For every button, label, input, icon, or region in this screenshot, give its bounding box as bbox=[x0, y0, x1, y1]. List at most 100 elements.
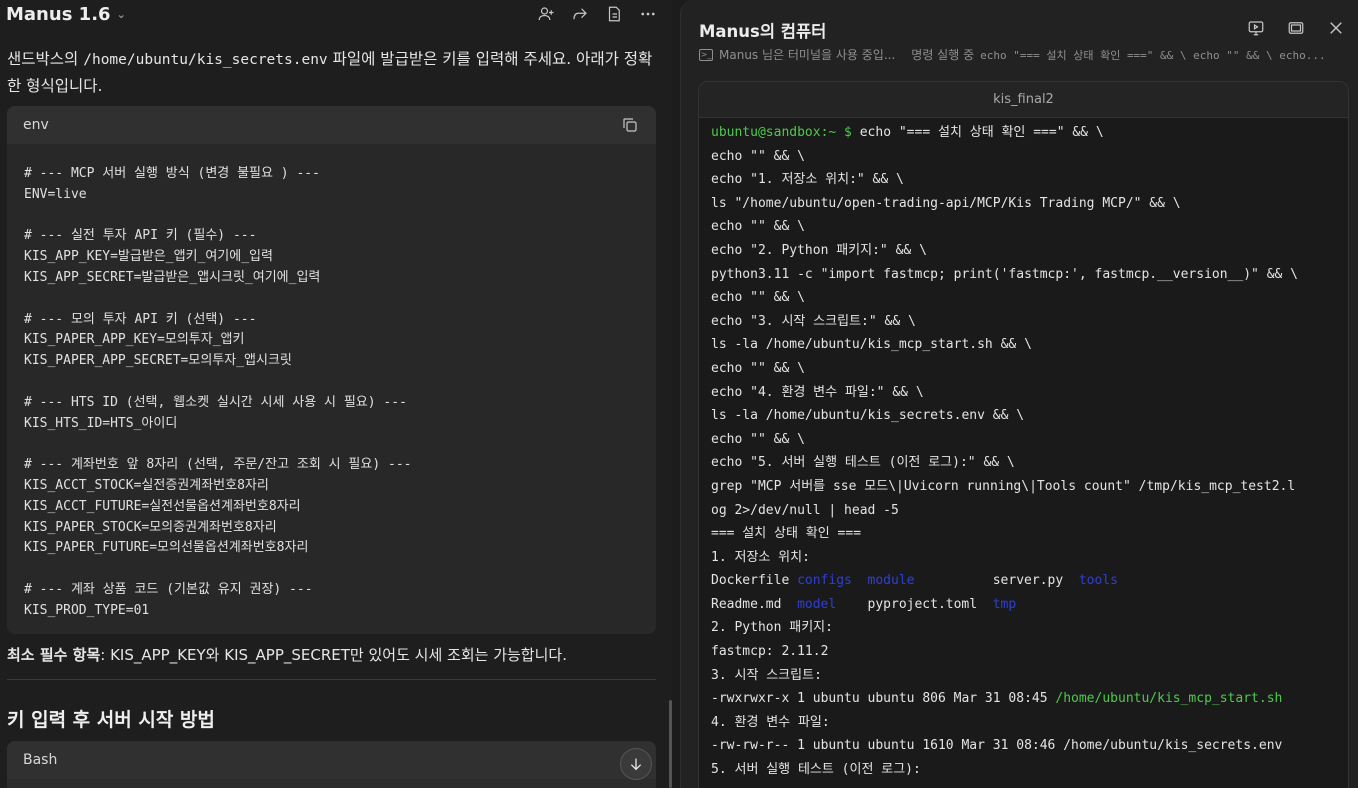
code-language: env bbox=[23, 117, 49, 133]
terminal-text: 4. 환경 변수 파일: bbox=[711, 714, 830, 730]
intro-part1: 샌드박스의 bbox=[7, 50, 84, 68]
ls-entry: server.py bbox=[992, 573, 1064, 589]
terminal-text: og 2>/dev/null | head -5 bbox=[711, 502, 899, 518]
model-selector[interactable]: Manus 1.6 ⌄ bbox=[6, 4, 126, 25]
code-line: KIS_PAPER_APP_SECRET=모의투자_앱시크릿 bbox=[24, 353, 292, 369]
terminal-line: Readme.md model pyproject.toml tmp bbox=[711, 593, 1336, 617]
note-bold: 최소 필수 항목 bbox=[7, 646, 101, 664]
terminal-text: echo "" && \ bbox=[711, 431, 805, 447]
terminal-line: ubuntu@sandbox:~ $ echo "=== 설치 상태 확인 ==… bbox=[711, 121, 1336, 145]
terminal-text: echo "=== 설치 상태 확인 ===" && \ bbox=[851, 125, 1104, 140]
computer-panel-title: Manus의 컴퓨터 bbox=[699, 22, 827, 41]
code-content: # --- MCP 서버 실행 방식 (변경 불필요 ) --- ENV=live… bbox=[7, 144, 656, 634]
close-icon[interactable] bbox=[1326, 18, 1346, 38]
terminal-text: echo "" && \ bbox=[711, 290, 805, 306]
terminal-line: fastmcp: 2.11.2 bbox=[711, 640, 1336, 664]
code-line: KIS_PROD_TYPE=01 bbox=[24, 602, 150, 618]
code-line: # --- 실전 투자 API 키 (필수) --- bbox=[24, 228, 257, 244]
monitor-icon[interactable] bbox=[1246, 18, 1266, 38]
terminal-text: echo "1. 저장소 위치:" && \ bbox=[711, 172, 904, 188]
status-action: 명령 실행 중 bbox=[911, 48, 975, 62]
intro-path: /home/ubuntu/kis_secrets.env bbox=[83, 52, 328, 68]
ls-entry: Dockerfile bbox=[711, 573, 790, 589]
code-line: KIS_ACCT_STOCK=실전증권계좌번호8자리 bbox=[24, 477, 269, 493]
terminal-line: echo "3. 시작 스크립트:" && \ bbox=[711, 310, 1336, 334]
terminal-line: Dockerfile configs module server.py tools bbox=[711, 569, 1336, 593]
note-rest: : KIS_APP_KEY와 KIS_APP_SECRET만 있어도 시세 조회… bbox=[100, 646, 567, 664]
terminal-line: 3. 시작 스크립트: bbox=[711, 664, 1336, 688]
terminal-line: echo "" && \ bbox=[711, 286, 1336, 310]
terminal-text: echo "" && \ bbox=[711, 360, 805, 376]
terminal-line: echo "2. Python 패키지:" && \ bbox=[711, 239, 1336, 263]
terminal-text: ls "/home/ubuntu/open-trading-api/MCP/Ki… bbox=[711, 195, 1181, 211]
more-icon[interactable] bbox=[638, 4, 658, 24]
terminal-line: 5. 서버 실행 테스트 (이전 로그): bbox=[711, 758, 1336, 782]
terminal-line: === 설치 상태 확인 === bbox=[711, 522, 1336, 546]
chat-topbar: Manus 1.6 ⌄ bbox=[0, 0, 672, 32]
code-line: KIS_APP_SECRET=발급받은_앱시크릿_여기에_입력 bbox=[24, 269, 321, 285]
terminal-text: fastmcp: 2.11.2 bbox=[711, 644, 829, 660]
terminal-text: 1. 저장소 위치: bbox=[711, 549, 810, 565]
terminal-line: echo "" && \ bbox=[711, 428, 1336, 452]
code-line: KIS_HTS_ID=HTS_아이디 bbox=[24, 415, 178, 431]
activity-status: >_ Manus 님은 터미널을 사용 중입... 명령 실행 중 echo "… bbox=[699, 46, 1326, 63]
code-language: Bash bbox=[23, 752, 58, 768]
terminal-text: ls -la /home/ubuntu/kis_secrets.env && \ bbox=[711, 408, 1025, 424]
scrollbar[interactable] bbox=[669, 700, 672, 788]
terminal-line: og 2>/dev/null | head -5 bbox=[711, 499, 1336, 523]
terminal-line: echo "5. 서버 실행 테스트 (이전 로그):" && \ bbox=[711, 451, 1336, 475]
code-line: # --- 모의 투자 API 키 (선택) --- bbox=[24, 311, 257, 327]
ls-entry: Readme.md bbox=[711, 596, 782, 612]
note-text: 최소 필수 항목: KIS_APP_KEY와 KIS_APP_SECRET만 있… bbox=[7, 644, 567, 665]
terminal-text: echo "3. 시작 스크립트:" && \ bbox=[711, 313, 916, 329]
code-line: # --- HTS ID (선택, 웹소켓 실시간 시세 사용 시 필요) --… bbox=[24, 394, 407, 410]
terminal-line: -rw-rw-r-- 1 ubuntu ubuntu 1610 Mar 31 0… bbox=[711, 734, 1336, 758]
copy-icon[interactable] bbox=[620, 115, 640, 135]
computer-panel: Manus의 컴퓨터 >_ Manus 님은 터미널을 사용 중입... 명령 … bbox=[680, 0, 1358, 788]
terminal-text: echo "4. 환경 변수 파일:" && \ bbox=[711, 384, 924, 400]
terminal-line: python3.11 -c "import fastmcp; print('fa… bbox=[711, 263, 1336, 287]
status-command: echo "=== 설치 상태 확인 ===" && \ echo "" && … bbox=[980, 48, 1326, 62]
terminal-text: /home/ubuntu/kis_mcp_start.sh bbox=[1055, 691, 1283, 707]
bash-code-block: Bash bbox=[7, 741, 656, 788]
code-line: ENV=live bbox=[24, 186, 87, 202]
code-line: KIS_PAPER_APP_KEY=모의투자_앱키 bbox=[24, 332, 245, 348]
arrow-down-icon bbox=[630, 758, 642, 771]
terminal-line: 2. Python 패키지: bbox=[711, 616, 1336, 640]
terminal-window[interactable]: kis_final2 ubuntu@sandbox:~ $ echo "=== … bbox=[698, 81, 1349, 788]
terminal-line: echo "" && \ bbox=[711, 357, 1336, 381]
terminal-line: echo "1. 저장소 위치:" && \ bbox=[711, 168, 1336, 192]
terminal-line: ls "/home/ubuntu/open-trading-api/MCP/Ki… bbox=[711, 192, 1336, 216]
ls-entry: pyproject.toml bbox=[867, 596, 978, 612]
ls-entry: tmp bbox=[992, 596, 1017, 612]
fullscreen-icon[interactable] bbox=[1286, 18, 1306, 38]
scroll-down-button[interactable] bbox=[620, 748, 652, 780]
document-icon[interactable] bbox=[604, 4, 624, 24]
terminal-text: echo "2. Python 패키지:" && \ bbox=[711, 242, 927, 258]
code-line: KIS_ACCT_FUTURE=실전선물옵션계좌번호8자리 bbox=[24, 498, 301, 514]
terminal-line: echo "4. 환경 변수 파일:" && \ bbox=[711, 381, 1336, 405]
terminal-text: ls -la /home/ubuntu/kis_mcp_start.sh && … bbox=[711, 337, 1032, 353]
ls-entry: module bbox=[867, 573, 915, 589]
add-user-icon[interactable] bbox=[536, 4, 556, 24]
terminal-icon: >_ bbox=[699, 48, 713, 61]
terminal-output: ubuntu@sandbox:~ $ echo "=== 설치 상태 확인 ==… bbox=[699, 118, 1348, 785]
terminal-line: echo "" && \ bbox=[711, 145, 1336, 169]
ls-entry: model bbox=[797, 596, 837, 612]
status-label: Manus 님은 터미널을 사용 중입... bbox=[719, 48, 896, 62]
terminal-tab[interactable]: kis_final2 bbox=[699, 82, 1348, 118]
intro-text: 샌드박스의 /home/ubuntu/kis_secrets.env 파일에 발… bbox=[7, 46, 657, 99]
share-icon[interactable] bbox=[570, 4, 590, 24]
terminal-line: ls -la /home/ubuntu/kis_secrets.env && \ bbox=[711, 404, 1336, 428]
code-header: env bbox=[7, 106, 656, 144]
terminal-line: grep "MCP 서버를 sse 모드\|Uvicorn running\|T… bbox=[711, 475, 1336, 499]
terminal-line: 4. 환경 변수 파일: bbox=[711, 711, 1336, 735]
terminal-text: echo "5. 서버 실행 테스트 (이전 로그):" && \ bbox=[711, 455, 1015, 471]
terminal-line: -rwxrwxr-x 1 ubuntu ubuntu 806 Mar 31 08… bbox=[711, 687, 1336, 711]
terminal-text: === 설치 상태 확인 === bbox=[711, 526, 862, 542]
terminal-text: 5. 서버 실행 테스트 (이전 로그): bbox=[711, 762, 921, 778]
terminal-prompt: ubuntu@sandbox:~ $ bbox=[711, 125, 852, 140]
